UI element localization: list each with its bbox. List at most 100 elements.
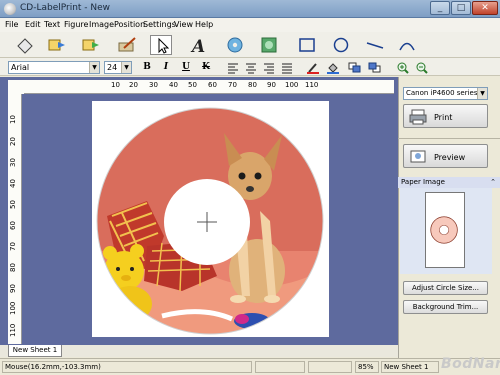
chevron-down-icon[interactable]: ▼ [477,88,487,99]
select-arrow-icon[interactable] [150,35,172,55]
zoom-in-icon[interactable] [395,61,411,74]
menu-figure[interactable]: Figure [64,20,88,29]
font-size-value: 24 [107,63,118,72]
ruler-label: 70 [228,81,237,89]
ruler-label: 40 [169,81,178,89]
adjust-circle-size-button[interactable]: Adjust Circle Size... [403,281,488,295]
zoom-out-icon[interactable] [414,61,430,74]
preview-label: Preview [434,153,466,162]
format-toolbar: Arial ▼ 24 ▼ B I U K [0,58,500,76]
ruler-label: 80 [9,263,17,272]
status-empty-1 [255,361,305,373]
ruler-label: 100 [9,301,17,315]
pen-color-icon[interactable] [305,61,321,74]
maximize-button[interactable]: □ [451,1,471,15]
ruler-corner [8,80,24,94]
align-left-icon[interactable] [225,61,241,74]
preview-icon [410,150,426,163]
printer-value: Canon iP4600 series (1 [406,89,487,97]
ruler-label: 70 [9,242,17,251]
chevron-down-icon[interactable]: ▼ [89,62,99,73]
printer-icon [409,109,427,125]
svg-text:A: A [190,37,205,55]
close-button[interactable]: ✕ [472,1,498,15]
menu-settings[interactable]: Settings [143,20,176,29]
disc-icon[interactable] [224,35,246,55]
main-toolbar: A [0,32,500,58]
bold-button[interactable]: B [139,61,155,74]
line-icon[interactable] [364,35,386,55]
printer-select[interactable]: Canon iP4600 series (1 ▼ [403,87,488,100]
bring-front-icon[interactable] [347,61,363,74]
title-bar: CD-LabelPrint - New _ □ ✕ [0,0,500,18]
vertical-ruler: 10 20 30 40 50 60 70 80 90 100 110 [8,94,22,344]
arc-icon[interactable] [396,35,418,55]
image-icon[interactable] [258,35,280,55]
paper-thumbnail [425,192,465,268]
watermark-text: BodNara [441,356,500,372]
menu-bar: File Edit Text Figure Image Position Set… [0,18,500,32]
mouse-position: Mouse(16.2mm,-103.3mm) [2,361,252,373]
disc-thumbnail-icon [430,216,458,244]
menu-position[interactable]: Position [114,20,145,29]
menu-image[interactable]: Image [89,20,114,29]
ruler-label: 30 [9,158,17,167]
ruler-label: 90 [267,81,276,89]
preview-button[interactable]: Preview [403,144,488,168]
ruler-label: 50 [9,200,17,209]
brush-icon[interactable] [116,35,138,55]
ellipse-icon[interactable] [330,35,352,55]
ruler-label: 30 [149,81,158,89]
status-empty-2 [308,361,352,373]
ruler-label: 80 [248,81,257,89]
font-value: Arial [11,63,30,72]
zoom-level: 85% [355,361,379,373]
italic-button[interactable]: I [158,61,174,74]
print-label: Print [434,113,453,122]
minimize-button[interactable]: _ [430,1,450,15]
collapse-chevron-icon[interactable]: ⌃ [490,177,496,188]
ruler-label: 110 [305,81,319,89]
save-icon[interactable] [80,35,102,55]
open-icon[interactable] [46,35,68,55]
ruler-label: 60 [9,221,17,230]
divider [398,138,500,139]
app-disc-icon [4,3,16,15]
print-button[interactable]: Print [403,104,488,128]
strikethrough-button[interactable]: K [198,61,214,74]
status-sheet-name: New Sheet 1 [381,361,439,373]
paper-image-title: Paper Image [401,178,445,186]
send-back-icon[interactable] [367,61,383,74]
menu-help[interactable]: Help [195,20,213,29]
ruler-label: 90 [9,284,17,293]
status-bar: Mouse(16.2mm,-103.3mm) 85% New Sheet 1 [0,358,500,375]
background-trim-button[interactable]: Background Trim... [403,300,488,314]
sheet-tab[interactable]: New Sheet 1 [8,345,62,357]
ruler-label: 60 [208,81,217,89]
font-size-select[interactable]: 24 ▼ [104,61,132,74]
text-tool-icon[interactable]: A [188,35,210,57]
ruler-label: 40 [9,179,17,188]
menu-file[interactable]: File [5,20,18,29]
align-justify-icon[interactable] [279,61,295,74]
window-title: CD-LabelPrint - New [20,3,111,13]
ruler-label: 10 [111,81,120,89]
menu-edit[interactable]: Edit [25,20,41,29]
disc-label[interactable] [92,101,329,337]
ruler-label: 50 [188,81,197,89]
font-select[interactable]: Arial ▼ [8,61,100,74]
underline-button[interactable]: U [178,61,194,74]
align-center-icon[interactable] [243,61,259,74]
horizontal-ruler: 10 20 30 40 50 60 70 80 90 100 110 [24,80,394,94]
align-right-icon[interactable] [261,61,277,74]
eraser-icon[interactable] [14,35,36,55]
menu-view[interactable]: View [174,20,193,29]
ruler-label: 10 [9,115,17,124]
menu-text[interactable]: Text [44,20,60,29]
ruler-label: 20 [129,81,138,89]
ruler-label: 110 [9,323,17,337]
paper-image-header[interactable]: Paper Image ⌃ [398,177,500,188]
rectangle-icon[interactable] [296,35,318,55]
fill-color-icon[interactable] [325,61,341,74]
chevron-down-icon[interactable]: ▼ [121,62,131,73]
